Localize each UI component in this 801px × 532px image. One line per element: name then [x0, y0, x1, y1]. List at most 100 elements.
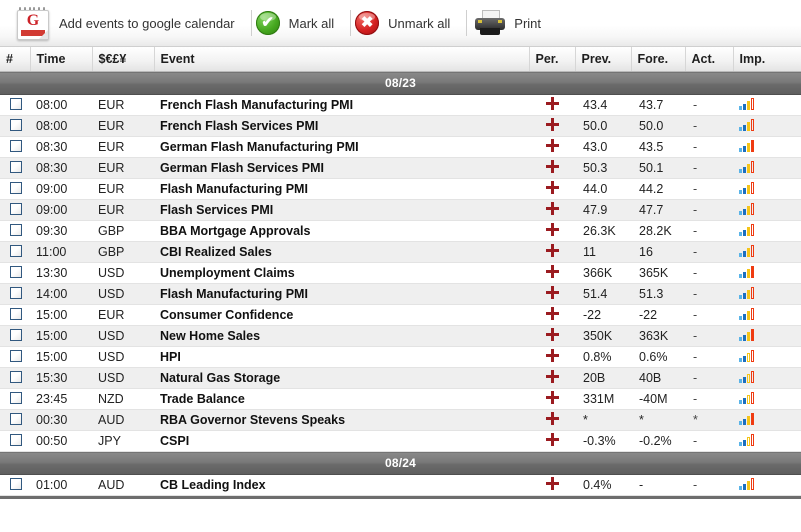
row-expand-cell[interactable] — [529, 325, 575, 347]
row-expand-cell[interactable] — [529, 115, 575, 137]
row-expand-cell[interactable] — [529, 220, 575, 242]
plus-icon[interactable] — [545, 118, 559, 131]
row-checkbox[interactable] — [10, 433, 22, 446]
row-checkbox-cell[interactable] — [0, 283, 30, 305]
row-checkbox[interactable] — [10, 412, 22, 425]
plus-icon[interactable] — [545, 328, 559, 341]
row-checkbox-cell[interactable] — [0, 367, 30, 389]
row-checkbox-cell[interactable] — [0, 262, 30, 284]
row-expand-cell[interactable] — [529, 474, 575, 496]
row-checkbox-cell[interactable] — [0, 199, 30, 221]
row-event-name[interactable]: Natural Gas Storage — [154, 367, 529, 389]
row-checkbox[interactable] — [10, 391, 22, 404]
add-to-google-calendar-button[interactable]: G Add events to google calendar — [10, 0, 247, 46]
row-event-name[interactable]: CB Leading Index — [154, 474, 529, 496]
row-event-name[interactable]: CBI Realized Sales — [154, 241, 529, 263]
row-checkbox[interactable] — [10, 223, 22, 236]
row-checkbox-cell[interactable] — [0, 157, 30, 179]
plus-icon[interactable] — [545, 412, 559, 425]
row-event-name[interactable]: Flash Services PMI — [154, 199, 529, 221]
column-header-num[interactable]: # — [0, 47, 31, 72]
row-checkbox[interactable] — [10, 97, 22, 110]
plus-icon[interactable] — [545, 370, 559, 383]
row-expand-cell[interactable] — [529, 157, 575, 179]
plus-icon[interactable] — [545, 286, 559, 299]
row-event-name[interactable]: French Flash Manufacturing PMI — [154, 94, 529, 116]
table-row[interactable]: 08:00 EUR French Flash Manufacturing PMI 43… — [0, 94, 801, 116]
row-expand-cell[interactable] — [529, 367, 575, 389]
row-expand-cell[interactable] — [529, 283, 575, 305]
row-checkbox[interactable] — [10, 181, 22, 194]
table-row[interactable]: 00:30 AUD RBA Governor Stevens Speaks * * * — [0, 409, 801, 431]
row-checkbox-cell[interactable] — [0, 136, 30, 158]
table-row[interactable]: 08:30 EUR German Flash Manufacturing PMI 43… — [0, 136, 801, 158]
column-header-per[interactable]: Per. — [529, 47, 576, 72]
mark-all-button[interactable]: ✔ Mark all — [255, 0, 347, 46]
table-row[interactable]: 09:00 EUR Flash Services PMI 47.9 47.7- — [0, 199, 801, 221]
row-checkbox-cell[interactable] — [0, 474, 30, 496]
row-checkbox[interactable] — [10, 265, 22, 278]
row-checkbox[interactable] — [10, 244, 22, 257]
row-checkbox-cell[interactable] — [0, 409, 30, 431]
print-button[interactable]: Print — [471, 0, 553, 46]
row-expand-cell[interactable] — [529, 409, 575, 431]
column-header-time[interactable]: Time — [30, 47, 93, 72]
plus-icon[interactable] — [545, 181, 559, 194]
table-row[interactable]: 09:00 EUR Flash Manufacturing PMI 44.0 44.2- — [0, 178, 801, 200]
row-event-name[interactable]: CSPI — [154, 430, 529, 452]
row-event-name[interactable]: HPI — [154, 346, 529, 368]
table-row[interactable]: 01:00 AUD CB Leading Index 0.4% - - — [0, 474, 801, 496]
table-row[interactable]: 13:30 USD Unemployment Claims 366K 365K - — [0, 262, 801, 284]
row-checkbox[interactable] — [10, 307, 22, 320]
row-checkbox[interactable] — [10, 118, 22, 131]
row-checkbox-cell[interactable] — [0, 178, 30, 200]
plus-icon[interactable] — [545, 223, 559, 236]
row-expand-cell[interactable] — [529, 430, 575, 452]
column-header-imp[interactable]: Imp. — [733, 47, 801, 72]
table-row[interactable]: 08:00 EUR French Flash Services PMI 50.0 50.… — [0, 115, 801, 137]
plus-icon[interactable] — [545, 139, 559, 152]
plus-icon[interactable] — [545, 244, 559, 257]
plus-icon[interactable] — [545, 265, 559, 278]
row-checkbox[interactable] — [10, 139, 22, 152]
plus-icon[interactable] — [545, 391, 559, 404]
row-checkbox[interactable] — [10, 370, 22, 383]
row-checkbox-cell[interactable] — [0, 241, 30, 263]
column-header-fore[interactable]: Fore. — [631, 47, 686, 72]
row-checkbox-cell[interactable] — [0, 220, 30, 242]
row-checkbox[interactable] — [10, 349, 22, 362]
row-checkbox[interactable] — [10, 202, 22, 215]
column-header-act[interactable]: Act. — [685, 47, 734, 72]
row-expand-cell[interactable] — [529, 178, 575, 200]
row-checkbox-cell[interactable] — [0, 430, 30, 452]
row-expand-cell[interactable] — [529, 199, 575, 221]
table-row[interactable]: 15:30 USD Natural Gas Storage 20B 40B - — [0, 367, 801, 389]
table-row[interactable]: 14:00 USD Flash Manufacturing PMI 51.4 51.3- — [0, 283, 801, 305]
row-event-name[interactable]: New Home Sales — [154, 325, 529, 347]
unmark-all-button[interactable]: ✖ Unmark all — [355, 0, 462, 46]
row-expand-cell[interactable] — [529, 262, 575, 284]
table-row[interactable]: 08:30 EUR German Flash Services PMI 50.3 50.… — [0, 157, 801, 179]
row-expand-cell[interactable] — [529, 241, 575, 263]
table-row[interactable]: 11:00 GBP CBI Realized Sales 11 16- — [0, 241, 801, 263]
row-event-name[interactable]: Consumer Confidence — [154, 304, 529, 326]
plus-icon[interactable] — [545, 433, 559, 446]
row-event-name[interactable]: RBA Governor Stevens Speaks — [154, 409, 529, 431]
column-header-currency[interactable]: $€£¥ — [92, 47, 155, 72]
row-checkbox-cell[interactable] — [0, 304, 30, 326]
row-event-name[interactable]: Unemployment Claims — [154, 262, 529, 284]
row-expand-cell[interactable] — [529, 346, 575, 368]
table-row[interactable]: 15:00 USD HPI 0.8% 0.6% - — [0, 346, 801, 368]
row-event-name[interactable]: German Flash Services PMI — [154, 157, 529, 179]
row-expand-cell[interactable] — [529, 388, 575, 410]
row-expand-cell[interactable] — [529, 304, 575, 326]
plus-icon[interactable] — [545, 202, 559, 215]
table-row[interactable]: 00:50 JPY CSPI -0.3% -0.2% - — [0, 430, 801, 452]
row-event-name[interactable]: Trade Balance — [154, 388, 529, 410]
row-event-name[interactable]: Flash Manufacturing PMI — [154, 178, 529, 200]
row-checkbox-cell[interactable] — [0, 115, 30, 137]
row-checkbox[interactable] — [10, 328, 22, 341]
row-checkbox-cell[interactable] — [0, 388, 30, 410]
row-expand-cell[interactable] — [529, 94, 575, 116]
table-row[interactable]: 15:00 EUR Consumer Confidence -22 -22- — [0, 304, 801, 326]
